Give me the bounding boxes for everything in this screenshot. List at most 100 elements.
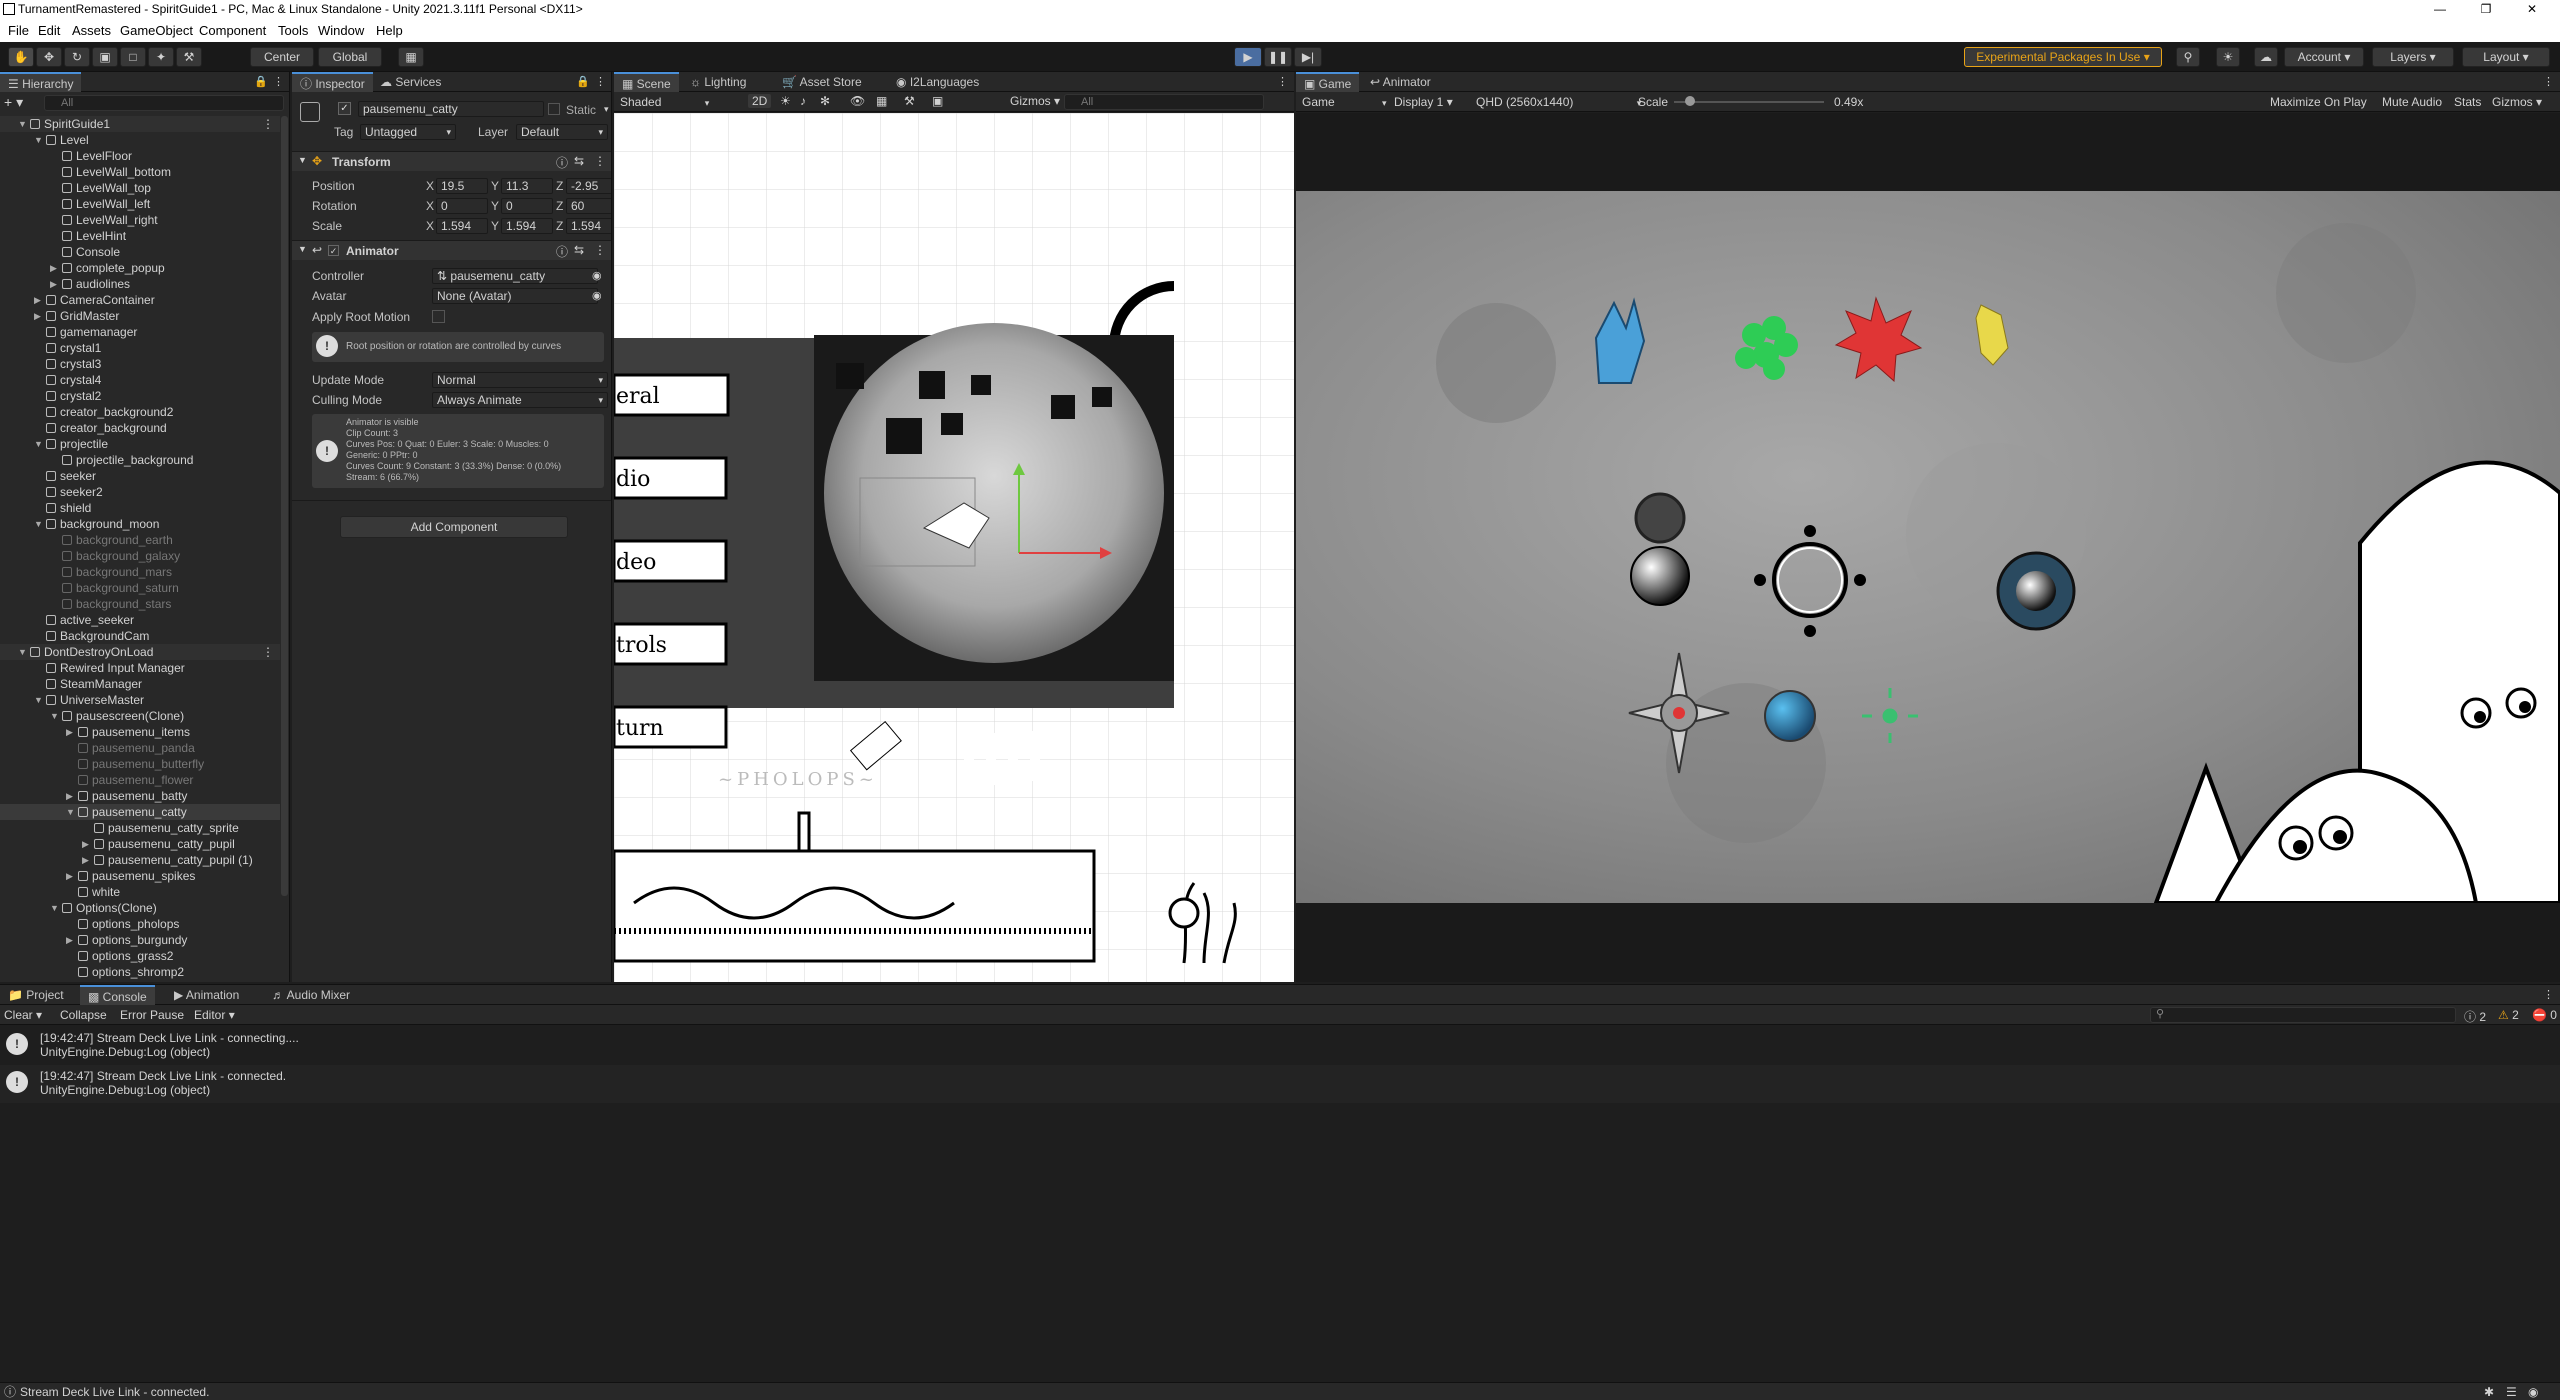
game-more-icon[interactable]: ⋮ [2543,75,2554,88]
tab-lighting[interactable]: ☼ Lighting [682,72,754,92]
lighting-toggle-icon[interactable]: ☀ [780,94,791,108]
tab-audio-mixer[interactable]: ♬ Audio Mixer [264,985,358,1005]
hierarchy-search-input[interactable]: All [44,95,284,111]
menu-component[interactable]: Component [199,23,266,38]
status-cache-icon[interactable]: ◉ [2528,1383,2538,1400]
hierarchy-row[interactable]: BackgroundCam [0,628,280,644]
static-dropdown-icon[interactable]: ▾ [604,104,609,115]
effects-toggle-icon[interactable]: ✻ [820,94,830,108]
info-count-toggle[interactable]: ⓘ 2 [2464,1008,2486,1025]
expand-arrow-icon[interactable]: ▶ [50,276,60,292]
hierarchy-row[interactable]: crystal1 [0,340,280,356]
scale-y-axis-label[interactable]: Y [491,219,499,233]
rotation-y-axis-label[interactable]: Y [491,199,499,213]
tools-icon[interactable]: ⚒ [904,94,915,108]
object-name-field[interactable]: pausemenu_catty [358,101,544,117]
hierarchy-row[interactable]: ▼ pausemenu_catty [0,804,280,820]
animator-preset-icon[interactable]: ⇆ [574,243,584,257]
menu-assets[interactable]: Assets [72,23,111,38]
hierarchy-row[interactable]: active_seeker [0,612,280,628]
active-checkbox[interactable]: ✓ [338,102,351,115]
game-gizmos-dropdown[interactable]: Gizmos ▾ [2492,95,2542,109]
console-entry[interactable]: ! [19:42:47] Stream Deck Live Link - con… [0,1065,2560,1103]
expand-arrow-icon[interactable]: ▶ [50,260,60,276]
warning-count-toggle[interactable]: ⚠ 2 [2498,1008,2519,1022]
hierarchy-row[interactable]: ▶ pausemenu_items [0,724,280,740]
error-count-toggle[interactable]: ⛔ 0 [2532,1008,2557,1022]
hierarchy-row[interactable]: white [0,884,280,900]
scale-z-axis-label[interactable]: Z [556,219,563,233]
hierarchy-row[interactable]: SteamManager [0,676,280,692]
create-button[interactable]: + ▾ [4,94,34,110]
grid-toggle-icon[interactable]: ▦ [876,94,887,108]
preset-icon[interactable]: ⇆ [574,154,584,168]
scale-slider-track[interactable] [1674,101,1824,103]
search-button[interactable]: ⚲ [2176,47,2200,67]
animator-fold-icon[interactable]: ▼ [298,244,307,254]
hierarchy-row[interactable]: gamemanager [0,324,280,340]
hierarchy-row[interactable]: LevelHint [0,228,280,244]
editor-dropdown[interactable]: Editor ▾ [194,1008,235,1022]
rotation-x-field[interactable]: 0 [436,198,488,214]
tab-inspector[interactable]: ⓘ Inspector [292,72,373,92]
clear-button[interactable]: Clear ▾ [4,1008,42,1022]
rotation-z-axis-label[interactable]: Z [556,199,563,213]
inspector-more-icon[interactable]: ⋮ [595,75,606,88]
hierarchy-row[interactable]: options_shromp2 [0,964,280,980]
hierarchy-row[interactable]: LevelWall_left [0,196,280,212]
hierarchy-row[interactable]: ▼ Options(Clone) [0,900,280,916]
update-mode-dropdown[interactable]: Normal ▾ [432,372,608,388]
layout-dropdown[interactable]: Layout ▾ [2462,47,2550,67]
hierarchy-row[interactable]: background_saturn [0,580,280,596]
menu-window[interactable]: Window [318,23,364,38]
hierarchy-row[interactable]: pausemenu_butterfly [0,756,280,772]
hierarchy-row[interactable]: ▶ pausemenu_spikes [0,868,280,884]
expand-arrow-icon[interactable]: ▼ [34,692,44,708]
tab-console[interactable]: ▩ Console [80,985,155,1005]
expand-arrow-icon[interactable]: ▼ [50,900,60,916]
controller-field[interactable]: ⇅ pausemenu_catty [432,268,598,284]
rect-tool-button[interactable]: □ [120,47,146,67]
pause-button[interactable]: ❚❚ [1264,47,1292,67]
position-z-field[interactable]: -2.95 [566,178,611,194]
expand-arrow-icon[interactable]: ▼ [66,804,76,820]
position-y-axis-label[interactable]: Y [491,179,499,193]
scene-more-icon[interactable]: ⋮ [1277,75,1288,88]
hierarchy-row[interactable]: options_grass2 [0,948,280,964]
status-debug-icon[interactable]: ✱ [2484,1383,2494,1400]
hierarchy-row[interactable]: ▶ options_burgundy [0,932,280,948]
expand-arrow-icon[interactable]: ▶ [66,724,76,740]
tab-scene[interactable]: ▦ Scene [614,72,679,92]
position-x-field[interactable]: 19.5 [436,178,488,194]
hierarchy-row[interactable]: creator_background [0,420,280,436]
hierarchy-row[interactable]: crystal3 [0,356,280,372]
collab-icon[interactable]: ☀ [2216,47,2240,67]
layers-dropdown[interactable]: Layers ▾ [2372,47,2454,67]
hierarchy-row[interactable]: crystal4 [0,372,280,388]
cloud-icon[interactable]: ☁ [2254,47,2278,67]
hierarchy-row[interactable]: projectile_background [0,452,280,468]
animator-help-icon[interactable]: ⓘ [556,243,568,260]
tab-animator[interactable]: ↩ Animator [1362,72,1439,92]
controller-picker-icon[interactable]: ◉ [592,269,602,282]
hierarchy-row[interactable]: LevelWall_top [0,180,280,196]
expand-arrow-icon[interactable]: ▼ [18,116,28,132]
expand-arrow-icon[interactable]: ▼ [34,516,44,532]
expand-arrow-icon[interactable]: ▶ [66,932,76,948]
camera-icon[interactable]: ▣ [932,94,943,108]
shading-mode-dropdown[interactable]: Shaded ▾ [620,95,709,109]
hierarchy-row[interactable]: ▶ GridMaster [0,308,280,324]
hierarchy-row[interactable]: ▼ DontDestroyOnLoad ⋮ [0,644,280,660]
scale-y-field[interactable]: 1.594 [501,218,553,234]
expand-arrow-icon[interactable]: ▼ [18,644,28,660]
animator-enabled-checkbox[interactable]: ✓ [328,245,339,256]
maximize-button[interactable]: ❐ [2466,0,2506,18]
hierarchy-row[interactable]: ▼ projectile [0,436,280,452]
scene-search-input[interactable]: All [1064,94,1264,110]
gizmos-dropdown[interactable]: Gizmos ▾ [1010,94,1060,108]
hand-tool-button[interactable]: ✋ [8,47,34,67]
display-dropdown[interactable]: Display 1 ▾ [1394,95,1453,109]
play-button[interactable]: ▶ [1234,47,1262,67]
tab-hierarchy[interactable]: ☰ Hierarchy [0,72,82,92]
hierarchy-row[interactable]: LevelFloor [0,148,280,164]
